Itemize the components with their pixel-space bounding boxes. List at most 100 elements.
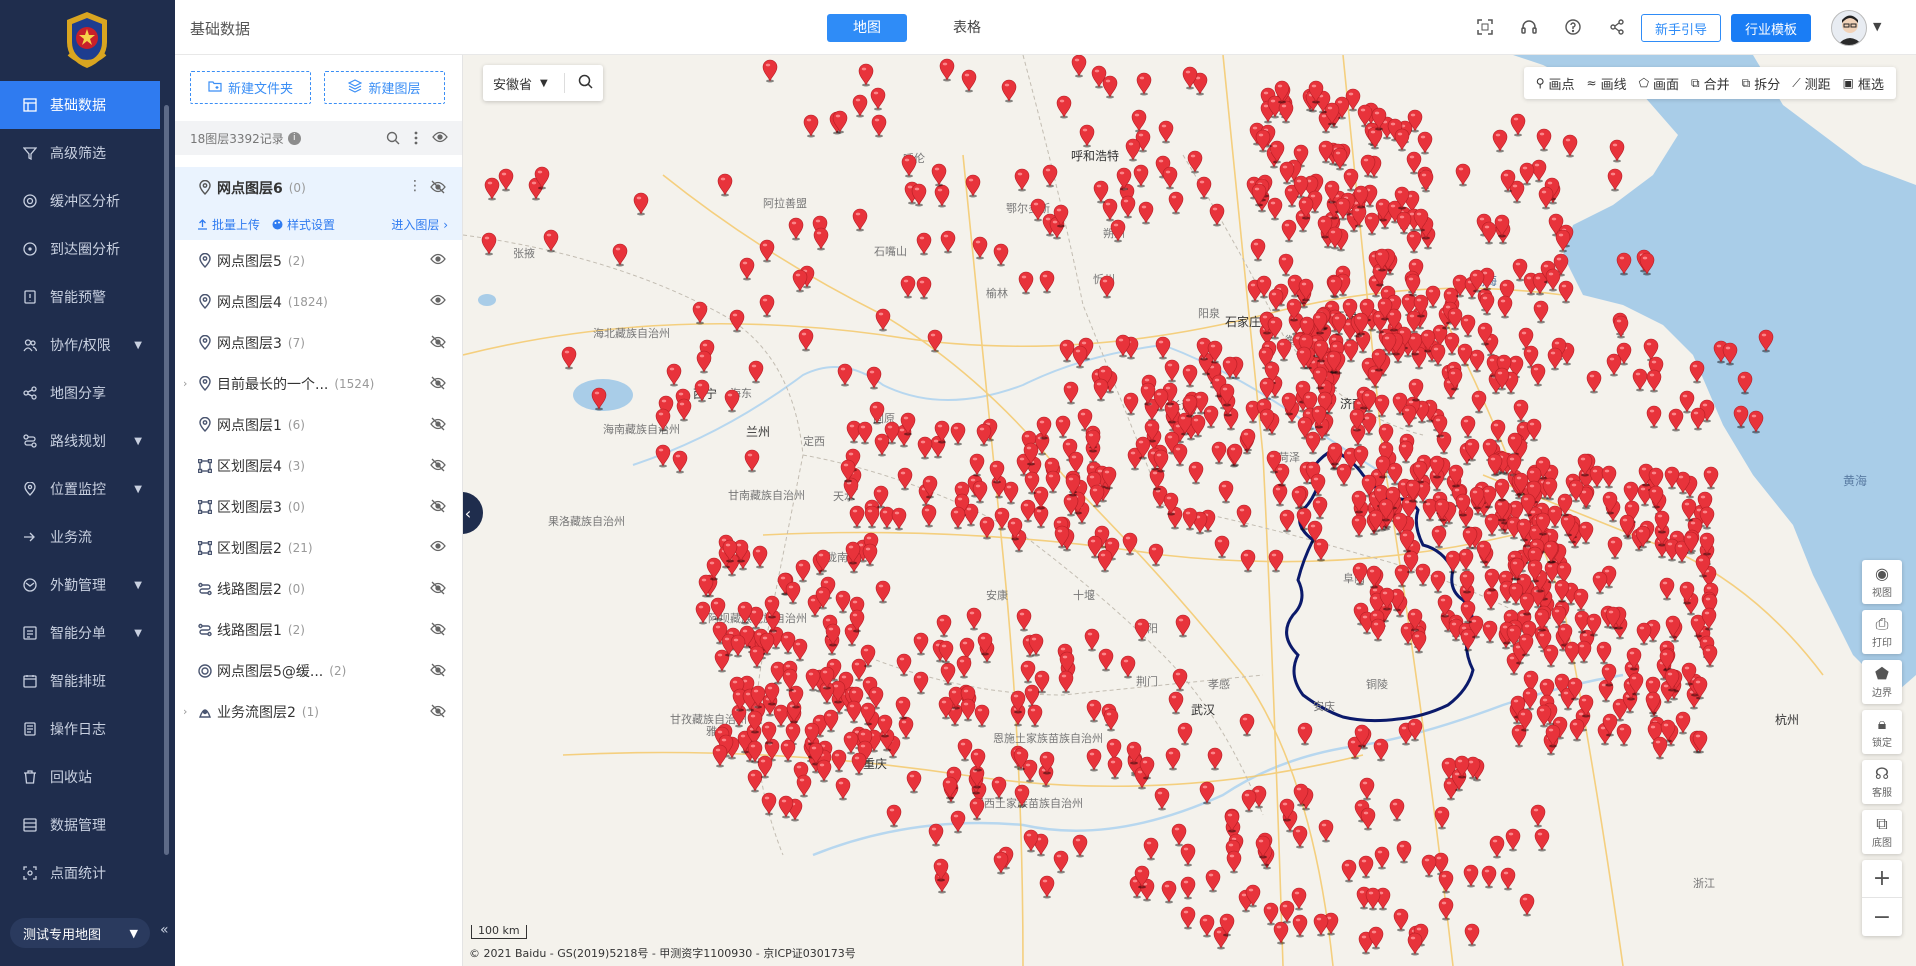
layer-item[interactable]: 区划图层3 (0) [175,486,462,527]
map-marker-pin[interactable] [1332,147,1348,171]
map-marker-pin[interactable] [1351,514,1367,538]
basemap-button[interactable]: ⧉ 底图 [1862,810,1902,854]
map-marker-pin[interactable] [950,422,966,446]
map-marker-pin[interactable] [1463,864,1479,888]
map-marker-pin[interactable] [852,208,868,232]
tab-table[interactable]: 表格 [927,14,1007,42]
map-marker-pin[interactable] [1103,708,1119,732]
map-marker-pin[interactable] [759,294,775,318]
map-marker-pin[interactable] [786,700,802,724]
chevron-right-icon[interactable]: › [183,377,187,390]
layer-item[interactable]: 线路图层1 (2) [175,609,462,650]
map-marker-pin[interactable] [900,275,916,299]
map-marker-pin[interactable] [1168,191,1184,215]
map-marker-pin[interactable] [852,94,868,118]
map-marker-pin[interactable] [1292,914,1308,938]
map-marker-pin[interactable] [875,308,891,332]
map-marker-pin[interactable] [1607,536,1623,560]
map-marker-pin[interactable] [896,653,912,677]
map-marker-pin[interactable] [1636,622,1652,646]
map-marker-pin[interactable] [785,581,801,605]
map-marker-pin[interactable] [1312,496,1328,520]
map-marker-pin[interactable] [898,716,914,740]
map-marker-pin[interactable] [969,453,985,477]
map-marker-pin[interactable] [1510,113,1526,137]
map-marker-pin[interactable] [1310,473,1326,497]
map-marker-pin[interactable] [1586,370,1602,394]
map-marker-pin[interactable] [846,700,862,724]
map-marker-pin[interactable] [875,580,891,604]
map-marker-pin[interactable] [788,217,804,241]
map-marker-pin[interactable] [1606,353,1622,377]
map-marker-pin[interactable] [1263,902,1279,926]
map-marker-pin[interactable] [1460,314,1476,338]
map-marker-pin[interactable] [1481,865,1497,889]
map-marker-pin[interactable] [1526,418,1542,442]
map-marker-pin[interactable] [939,58,955,82]
eye-hidden-icon[interactable] [430,458,446,472]
map-marker-pin[interactable] [1497,295,1513,319]
map-marker-pin[interactable] [931,163,947,187]
map-marker-pin[interactable] [1505,828,1521,852]
map-marker-pin[interactable] [1161,880,1177,904]
map-marker-pin[interactable] [1613,315,1629,339]
map-marker-pin[interactable] [1430,343,1446,367]
map-marker-pin[interactable] [1120,195,1136,219]
map-marker-pin[interactable] [961,69,977,93]
map-marker-pin[interactable] [481,232,497,256]
map-marker-pin[interactable] [1292,825,1308,849]
info-icon[interactable]: i [287,131,301,145]
nav-item-1[interactable]: 基础数据 [0,81,160,129]
map-marker-pin[interactable] [1097,549,1113,573]
map-marker-pin[interactable] [1455,163,1471,187]
caret-down-icon[interactable]: ▼ [1873,20,1881,33]
map-marker-pin[interactable] [1133,164,1149,188]
nav-item-16[interactable]: 数据管理 [0,801,160,849]
map-marker-pin[interactable] [1479,292,1495,316]
map-marker-pin[interactable] [1737,371,1753,395]
map-marker-pin[interactable] [712,744,728,768]
map-marker-pin[interactable] [1098,648,1114,672]
support-button[interactable]: ☊ 客服 [1862,760,1902,804]
map-marker-pin[interactable] [1368,926,1384,950]
map-marker-pin[interactable] [1180,906,1196,930]
map-marker-pin[interactable] [1089,484,1105,508]
map-marker-pin[interactable] [1425,285,1441,309]
eye-icon[interactable] [432,131,448,148]
map-marker-pin[interactable] [1607,168,1623,192]
map-marker-pin[interactable] [851,658,867,682]
map-marker-pin[interactable] [1616,723,1632,747]
nav-item-6[interactable]: 协作/权限 ▼ [0,321,160,369]
map-marker-pin[interactable] [1211,441,1227,465]
search-icon[interactable] [386,131,400,148]
map-marker-pin[interactable] [940,230,956,254]
map-marker-pin[interactable] [1564,641,1580,665]
nav-item-12[interactable]: 智能分单 ▼ [0,609,160,657]
map-marker-pin[interactable] [993,851,1009,875]
map-marker-pin[interactable] [1401,404,1417,428]
map-marker-pin[interactable] [1218,480,1234,504]
map-marker-pin[interactable] [773,704,789,728]
map-marker-pin[interactable] [1562,134,1578,158]
map-marker-pin[interactable] [972,480,988,504]
map-marker-pin[interactable] [749,645,765,669]
map-marker-pin[interactable] [633,192,649,216]
map-marker-pin[interactable] [1445,550,1461,574]
map-marker-pin[interactable] [1469,349,1485,373]
map-marker-pin[interactable] [1758,329,1774,353]
map-marker-pin[interactable] [1227,443,1243,467]
map-marker-pin[interactable] [1733,405,1749,429]
map-marker-pin[interactable] [1619,514,1635,538]
map-marker-pin[interactable] [1059,339,1075,363]
more-vertical-icon[interactable] [414,131,418,148]
nav-item-14[interactable]: 操作日志 [0,705,160,753]
eye-hidden-icon[interactable] [430,581,446,595]
eye-hidden-icon[interactable] [430,376,446,390]
map-marker-pin[interactable] [901,154,917,178]
map-marker-pin[interactable] [1702,644,1718,668]
map-marker-pin[interactable] [1045,470,1061,494]
map-marker-pin[interactable] [1373,738,1389,762]
map-marker-pin[interactable] [1267,197,1283,221]
map-marker-pin[interactable] [1689,360,1705,384]
map-marker-pin[interactable] [762,59,778,83]
